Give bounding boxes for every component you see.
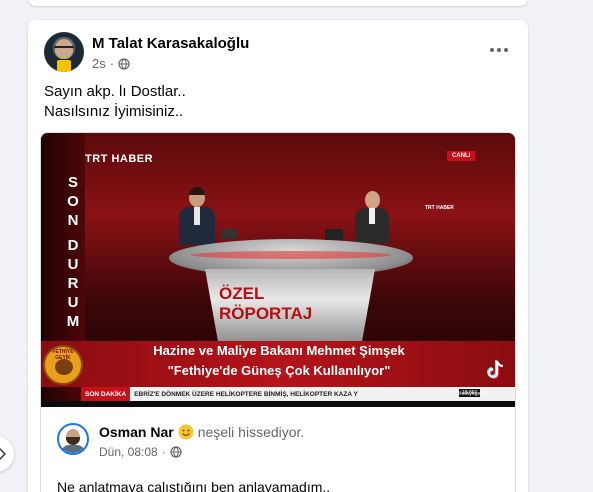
- headline-quote: "Fethiye'de Güneş Çok Kullanılıyor": [167, 363, 391, 378]
- studio-channel-logo: TRT HABER: [425, 205, 454, 211]
- smile-icon: [178, 424, 194, 440]
- laptop: [220, 229, 238, 239]
- shared-meta: Dün, 08:08 ·: [99, 445, 182, 459]
- post-author-name[interactable]: M Talat Karasakaloğlu: [92, 35, 249, 52]
- anchor-figure: [179, 187, 215, 245]
- feeling-text: neşeli hissediyor.: [197, 424, 305, 440]
- chevron-right-icon: [0, 447, 6, 461]
- shared-post-header: Osman Nar neşeli hissediyor. Dün, 08:08 …: [41, 407, 515, 492]
- shared-author-name[interactable]: Osman Nar: [99, 424, 174, 440]
- tiktok-handle: @fethiyegeyik: [455, 391, 487, 397]
- carousel-next-button[interactable]: [0, 436, 14, 472]
- news-ticker: SON DAKİKA EBRİZ'E DÖNMEK ÜZERE HELİKOPT…: [81, 387, 515, 401]
- more-options-button[interactable]: [486, 40, 512, 60]
- shared-post[interactable]: SON DURUM TRT HABER CANLI TRT HABER ÖZEL…: [40, 132, 516, 492]
- ticker-text: EBRİZ'E DÖNMEK ÜZERE HELİKOPTERE BİNMİŞ,…: [134, 390, 358, 398]
- post-text-line: Sayın akp. lı Dostlar..: [44, 83, 186, 100]
- ticker-label: SON DAKİKA: [81, 387, 131, 401]
- shared-author-avatar[interactable]: [57, 423, 89, 455]
- shared-post-text: Ne anlatmaya çalıştığını ben anlayamadım…: [57, 479, 331, 492]
- laptop: [325, 229, 343, 240]
- channel-logo: TRT HABER: [85, 153, 154, 165]
- shared-timestamp[interactable]: Dün, 08:08: [99, 445, 158, 459]
- video-player[interactable]: SON DURUM TRT HABER CANLI TRT HABER ÖZEL…: [41, 133, 515, 407]
- author-avatar[interactable]: [44, 32, 84, 72]
- globe-icon: [118, 57, 130, 70]
- fethiye-geyik-logo: FETHİYE GEYİK: [43, 345, 83, 385]
- post-timestamp[interactable]: 2s: [92, 56, 106, 71]
- post-card: M Talat Karasakaloğlu 2s · Sayın akp. lı…: [28, 20, 528, 492]
- headline-title: Hazine ve Maliye Bakanı Mehmet Şimşek: [153, 343, 405, 358]
- live-badge: CANLI: [447, 151, 476, 161]
- globe-icon: [170, 446, 182, 458]
- desk-banner: ÖZEL RÖPORTAJ: [219, 284, 313, 323]
- son-durum-title: SON DURUM: [66, 174, 80, 330]
- guest-figure: [355, 191, 389, 243]
- meta-separator: ·: [161, 445, 166, 459]
- previous-post-card: [28, 0, 528, 6]
- post-text-line: Nasılsınız İyimisiniz..: [44, 103, 184, 120]
- meta-separator: ·: [109, 56, 115, 71]
- post-text: Sayın akp. lı Dostlar.. Nasılsınız İyimi…: [44, 82, 186, 122]
- shared-author-line: Osman Nar neşeli hissediyor.: [99, 424, 304, 440]
- post-meta: 2s ·: [92, 56, 130, 71]
- more-dots-icon: [490, 48, 494, 52]
- tiktok-icon: [486, 360, 504, 380]
